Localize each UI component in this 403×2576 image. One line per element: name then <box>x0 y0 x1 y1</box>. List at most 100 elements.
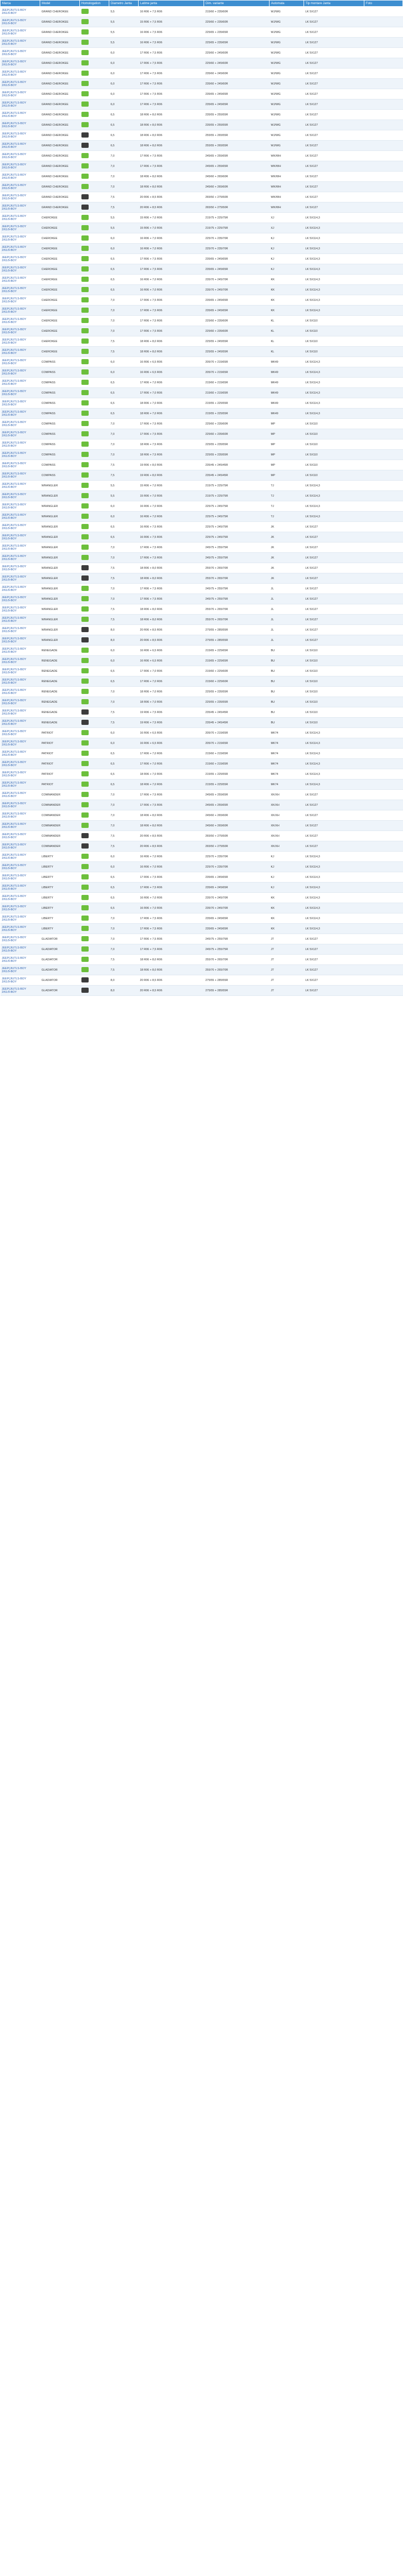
marca-line-2: 2/61/9-BOY <box>2 805 17 808</box>
cell-model: CHEROKEE <box>40 253 80 264</box>
cell-model: GLADIATOR <box>40 934 80 944</box>
cell-latime: 17 R06 + 7,5 R06 <box>138 47 204 58</box>
cell-automata: MK74 <box>269 769 304 779</box>
cell-latime: 17 R06 + 7,5 R06 <box>138 253 204 264</box>
cell-foto <box>364 666 403 676</box>
cell-tip-montare: LK 5X127 <box>304 944 364 955</box>
table-row: JEEP(JIUTLS-BOY 2/61/9-BOY WRANGLER 7,0 17 R… <box>0 594 403 604</box>
cell-marca: JEEP(JIUTLS-BOY 2/61/9-BOY <box>0 47 40 58</box>
cell-dim-variante: 245/65 + 255/65R <box>204 161 270 172</box>
cell-marca: JEEP(JIUTLS-BOY 2/61/9-BOY <box>0 253 40 264</box>
cell-automata: KL <box>269 315 304 326</box>
cell-homologation <box>79 130 109 141</box>
homologation-badge <box>81 967 89 972</box>
cell-homologation <box>79 274 109 285</box>
cell-diametro: 7,5 <box>109 563 139 573</box>
homologation-badge <box>81 297 89 302</box>
marca-line-2: 2/61/9-BOY <box>2 11 17 15</box>
cell-latime: 17 R06 + 7,5 R06 <box>138 583 204 594</box>
cell-tip-montare: LK 5X114,3 <box>304 748 364 759</box>
cell-latime: 16 R06 + 7,5 R06 <box>138 521 204 532</box>
cell-homologation <box>79 779 109 790</box>
cell-marca: JEEP(JIUTLS-BOY 2/61/9-BOY <box>0 655 40 666</box>
cell-latime: 16 R06 + 7,0 R06 <box>138 284 204 295</box>
cell-diametro: 5,5 <box>109 490 139 501</box>
marca-line-2: 2/61/9-BOY <box>2 259 17 262</box>
cell-foto <box>364 449 403 460</box>
cell-latime: 17 R06 + 7,5 R06 <box>138 68 204 79</box>
cell-diametro: 6,5 <box>109 676 139 687</box>
cell-homologation <box>79 676 109 687</box>
table-row: JEEP(JIUTLS-BOY 2/61/9-BOY PATRIOT 6,5 17 R0… <box>0 748 403 759</box>
cell-foto <box>364 47 403 58</box>
cell-tip-montare: LK 5X114,3 <box>304 243 364 254</box>
cell-tip-montare: LK 5X127 <box>304 800 364 810</box>
cell-model: WRANGLER <box>40 624 80 635</box>
cell-model: COMPASS <box>40 377 80 388</box>
cell-dim-variante: 265/50 + 275/50R <box>204 202 270 213</box>
cell-marca: JEEP(JIUTLS-BOY 2/61/9-BOY <box>0 99 40 110</box>
cell-latime: 17 R06 + 7,0 R06 <box>138 758 204 769</box>
marca-line-2: 2/61/9-BOY <box>2 609 17 613</box>
cell-diametro: 7,0 <box>109 923 139 934</box>
cell-diametro: 7,0 <box>109 697 139 707</box>
cell-model: COMPASS <box>40 449 80 460</box>
cell-automata: BU <box>269 707 304 718</box>
cell-dim-variante: 225/65 + 235/65R <box>204 37 270 48</box>
table-row: JEEP(JIUTLS-BOY 2/61/9-BOY CHEROKEE 6,5 16 R… <box>0 274 403 285</box>
cell-latime: 16 R06 + 6,5 R06 <box>138 655 204 666</box>
cell-tip-montare: LK 5X127 <box>304 964 364 975</box>
marca-line-2: 2/61/9-BOY <box>2 248 17 252</box>
table-row: JEEP(JIUTLS-BOY 2/61/9-BOY GRAND CHEROKEE 6… <box>0 99 403 110</box>
cell-automata: XK/XH <box>269 820 304 831</box>
cell-automata: KJ <box>269 882 304 893</box>
cell-latime: 16 R06 + 6,5 R06 <box>138 645 204 656</box>
cell-foto <box>364 367 403 378</box>
table-row: JEEP(JIUTLS-BOY 2/61/9-BOY CHEROKEE 7,0 17 R… <box>0 326 403 336</box>
cell-homologation <box>79 686 109 697</box>
cell-marca: JEEP(JIUTLS-BOY 2/61/9-BOY <box>0 212 40 223</box>
cell-latime: 18 R06 + 7,0 R06 <box>138 686 204 697</box>
cell-latime: 16 R06 + 7,0 R06 <box>138 903 204 913</box>
cell-foto <box>364 6 403 17</box>
cell-diametro: 7,5 <box>109 573 139 584</box>
cell-model: RENEGADE <box>40 645 80 656</box>
marca-line-2: 2/61/9-BOY <box>2 73 17 77</box>
cell-foto <box>364 985 403 996</box>
cell-diametro: 7,0 <box>109 913 139 924</box>
cell-dim-variante: 215/75 + 225/75R <box>204 480 270 491</box>
cell-latime: 18 R06 + 7,0 R06 <box>138 769 204 779</box>
cell-model: CHEROKEE <box>40 274 80 285</box>
marca-line-2: 2/61/9-BOY <box>2 928 17 932</box>
table-row: JEEP(JIUTLS-BOY 2/61/9-BOY COMPASS 6,0 16 R0… <box>0 357 403 367</box>
table-row: JEEP(JIUTLS-BOY 2/61/9-BOY WRANGLER 8,0 20 R… <box>0 624 403 635</box>
table-row: JEEP(JIUTLS-BOY 2/61/9-BOY LIBERTY 7,0 17 R0… <box>0 923 403 934</box>
marca-line-2: 2/61/9-BOY <box>2 537 17 540</box>
cell-model: LIBERTY <box>40 892 80 903</box>
cell-latime: 18 R06 + 8,0 R06 <box>138 964 204 975</box>
cell-homologation <box>79 903 109 913</box>
cell-marca: JEEP(JIUTLS-BOY 2/61/9-BOY <box>0 872 40 883</box>
cell-automata: KL <box>269 336 304 347</box>
cell-model: GRAND CHEROKEE <box>40 161 80 172</box>
marca-line-2: 2/61/9-BOY <box>2 217 17 221</box>
cell-marca: JEEP(JIUTLS-BOY 2/61/9-BOY <box>0 831 40 841</box>
cell-tip-montare: LK 5X110 <box>304 336 364 347</box>
cell-homologation <box>79 89 109 99</box>
cell-marca: JEEP(JIUTLS-BOY 2/61/9-BOY <box>0 449 40 460</box>
cell-foto <box>364 470 403 481</box>
cell-automata: TJ <box>269 511 304 522</box>
cell-homologation <box>79 542 109 553</box>
cell-diametro: 6,5 <box>109 264 139 275</box>
cell-latime: 17 R06 + 7,5 R06 <box>138 264 204 275</box>
cell-model: COMMANDER <box>40 820 80 831</box>
homologation-badge <box>81 863 89 869</box>
cell-dim-variante: 225/55 + 245/55R <box>204 346 270 357</box>
cell-latime: 18 R06 + 8,0 R06 <box>138 109 204 120</box>
cell-automata: JL <box>269 583 304 594</box>
cell-homologation <box>79 212 109 223</box>
cell-model: GLADIATOR <box>40 944 80 955</box>
cell-diametro: 5,5 <box>109 37 139 48</box>
cell-dim-variante: 235/65 + 245/65R <box>204 882 270 893</box>
cell-automata: BU <box>269 697 304 707</box>
